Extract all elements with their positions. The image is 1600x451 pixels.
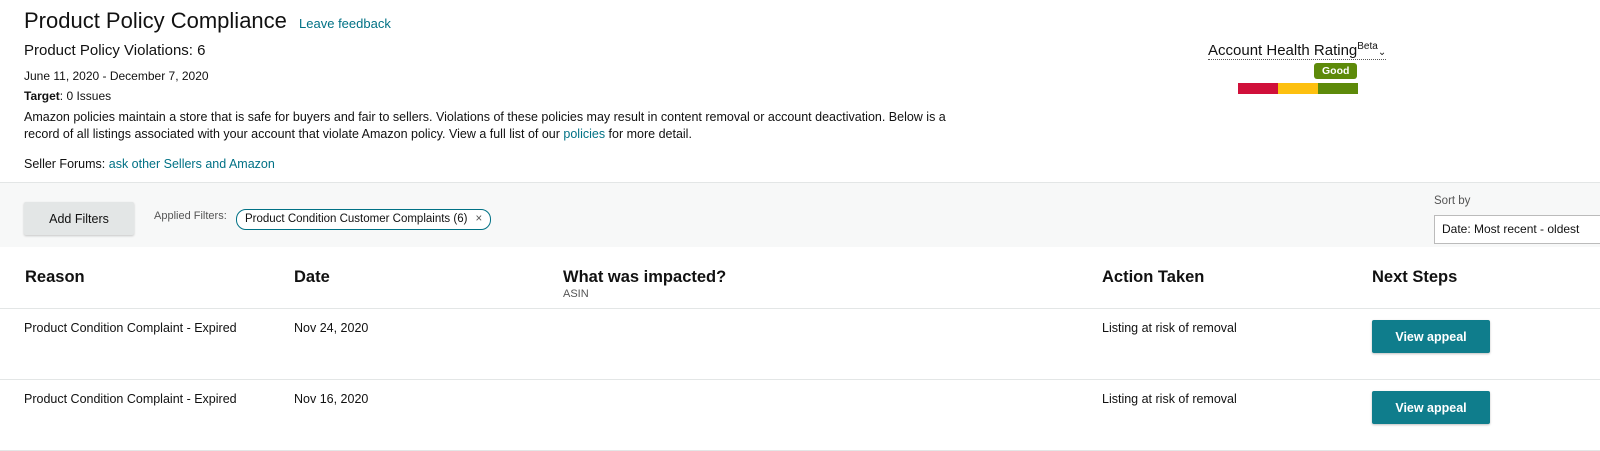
close-icon[interactable]: × xyxy=(475,213,482,225)
page-title-text: Product Policy Compliance xyxy=(24,8,287,33)
description-text: Amazon policies maintain a store that is… xyxy=(24,110,946,141)
leave-feedback-link[interactable]: Leave feedback xyxy=(299,16,391,31)
column-impacted-sub: ASIN xyxy=(563,288,589,300)
health-meter-green xyxy=(1318,83,1358,94)
forums-label: Seller Forums: xyxy=(24,157,109,171)
view-appeal-button[interactable]: View appeal xyxy=(1372,320,1490,353)
sort-by-label: Sort by xyxy=(1434,195,1471,207)
row-date: Nov 24, 2020 xyxy=(294,321,369,335)
column-impacted: What was impacted? xyxy=(563,268,727,286)
account-health-label-text: Account Health Rating xyxy=(1208,42,1358,59)
health-status-badge: Good xyxy=(1314,63,1358,79)
column-action: Action Taken xyxy=(1102,268,1205,286)
add-filters-button[interactable]: Add Filters xyxy=(24,202,134,235)
sort-select[interactable]: Date: Most recent - oldest xyxy=(1434,215,1600,244)
row-date: Nov 16, 2020 xyxy=(294,392,369,406)
health-meter xyxy=(1238,83,1358,94)
target-label: Target xyxy=(24,89,60,103)
beta-badge: Beta xyxy=(1357,41,1378,52)
policies-link[interactable]: policies xyxy=(563,127,605,141)
table-row: Product Condition Complaint - Expired No… xyxy=(0,380,1600,451)
description-text-end: for more detail. xyxy=(605,127,692,141)
view-appeal-button[interactable]: View appeal xyxy=(1372,391,1490,424)
table-row: Product Condition Complaint - Expired No… xyxy=(0,309,1600,380)
row-action: Listing at risk of removal xyxy=(1102,392,1237,406)
target-line: Target: 0 Issues xyxy=(24,89,111,103)
applied-filters-label: Applied Filters: xyxy=(154,210,227,222)
column-reason: Reason xyxy=(25,268,85,286)
violations-table: Reason Date What was impacted? ASIN Acti… xyxy=(0,246,1600,451)
filter-bar: Add Filters Applied Filters: Product Con… xyxy=(0,182,1600,247)
page-title: Product Policy Compliance Leave feedback xyxy=(24,8,391,34)
row-action: Listing at risk of removal xyxy=(1102,321,1237,335)
violations-count: Product Policy Violations: 6 xyxy=(24,42,206,59)
date-range: June 11, 2020 - December 7, 2020 xyxy=(24,69,209,83)
seller-forums: Seller Forums: ask other Sellers and Ama… xyxy=(24,157,275,171)
chevron-down-icon[interactable]: ⌄ xyxy=(1378,47,1386,58)
policy-description: Amazon policies maintain a store that is… xyxy=(24,109,964,143)
target-value: : 0 Issues xyxy=(59,89,112,103)
account-health-label[interactable]: Account Health RatingBeta⌄ xyxy=(1208,41,1387,60)
account-health-rating[interactable]: Account Health RatingBeta⌄ Good xyxy=(1208,38,1398,108)
column-date: Date xyxy=(294,268,330,286)
table-header: Reason Date What was impacted? ASIN Acti… xyxy=(0,246,1600,309)
page-header: Product Policy Compliance Leave feedback… xyxy=(0,0,1600,182)
filter-chip-label: Product Condition Customer Complaints (6… xyxy=(245,213,468,225)
reason-link[interactable]: Product Condition Complaint - Expired xyxy=(24,392,237,406)
health-meter-yellow xyxy=(1278,83,1318,94)
column-next-steps: Next Steps xyxy=(1372,268,1458,286)
ask-sellers-link[interactable]: ask other Sellers and Amazon xyxy=(109,157,275,171)
filter-chip[interactable]: Product Condition Customer Complaints (6… xyxy=(236,209,492,230)
reason-link[interactable]: Product Condition Complaint - Expired xyxy=(24,321,237,335)
health-meter-red xyxy=(1238,83,1278,94)
